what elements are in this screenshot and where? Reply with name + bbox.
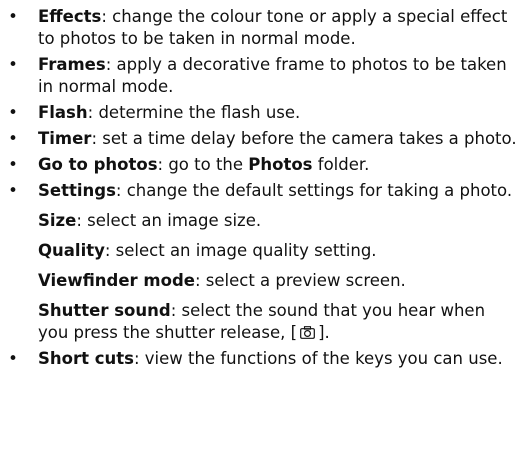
term-shutter-sound: Shutter sound	[38, 301, 171, 320]
term-size: Size	[38, 211, 77, 230]
list-item-short-cuts: • Short cuts: view the functions of the …	[0, 348, 525, 370]
camera-options-list: • Effects: change the colour tone or app…	[0, 6, 525, 370]
photos-folder-name: Photos	[248, 155, 313, 174]
desc-size: : select an image size.	[76, 211, 262, 230]
desc-shutter-sound-end: ].	[318, 323, 330, 342]
bullet: •	[8, 349, 18, 368]
desc-viewfinder-mode: : select a preview screen.	[194, 271, 406, 290]
term-frames: Frames	[38, 55, 106, 74]
bullet: •	[8, 181, 18, 200]
sub-item-size: Size: select an image size.	[38, 210, 519, 232]
bullet: •	[8, 155, 18, 174]
desc-quality: : select an image quality setting.	[104, 241, 377, 260]
bullet: •	[8, 103, 18, 122]
term-quality: Quality	[38, 241, 105, 260]
list-item-settings: • Settings: change the default settings …	[0, 180, 525, 344]
desc-flash: : determine the flash use.	[87, 103, 301, 122]
camera-icon	[300, 326, 315, 339]
bullet: •	[8, 7, 18, 26]
desc-go-to-photos-b: folder.	[312, 155, 370, 174]
desc-timer: : set a time delay before the camera tak…	[91, 129, 517, 148]
sub-item-shutter-sound: Shutter sound: select the sound that you…	[38, 300, 519, 344]
term-effects: Effects	[38, 7, 102, 26]
term-short-cuts: Short cuts	[38, 349, 134, 368]
desc-effects: : change the colour tone or apply a spec…	[38, 7, 508, 48]
settings-sublist: Size: select an image size. Quality: sel…	[38, 210, 519, 344]
list-item-frames: • Frames: apply a decorative frame to ph…	[0, 54, 525, 98]
list-item-go-to-photos: • Go to photos: go to the Photos folder.	[0, 154, 525, 176]
manual-page: • Effects: change the colour tone or app…	[0, 0, 525, 461]
bullet: •	[8, 55, 18, 74]
term-viewfinder-mode: Viewfinder mode	[38, 271, 195, 290]
list-item-flash: • Flash: determine the flash use.	[0, 102, 525, 124]
term-settings: Settings	[38, 181, 116, 200]
sub-item-quality: Quality: select an image quality setting…	[38, 240, 519, 262]
term-timer: Timer	[38, 129, 92, 148]
term-flash: Flash	[38, 103, 88, 122]
bullet: •	[8, 129, 18, 148]
desc-go-to-photos-a: : go to the	[157, 155, 249, 174]
desc-frames: : apply a decorative frame to photos to …	[38, 55, 507, 96]
sub-item-viewfinder-mode: Viewfinder mode: select a preview screen…	[38, 270, 519, 292]
desc-settings: : change the default settings for taking…	[115, 181, 513, 200]
list-item-effects: • Effects: change the colour tone or app…	[0, 6, 525, 50]
term-go-to-photos: Go to photos	[38, 155, 158, 174]
list-item-timer: • Timer: set a time delay before the cam…	[0, 128, 525, 150]
desc-short-cuts: : view the functions of the keys you can…	[133, 349, 503, 368]
